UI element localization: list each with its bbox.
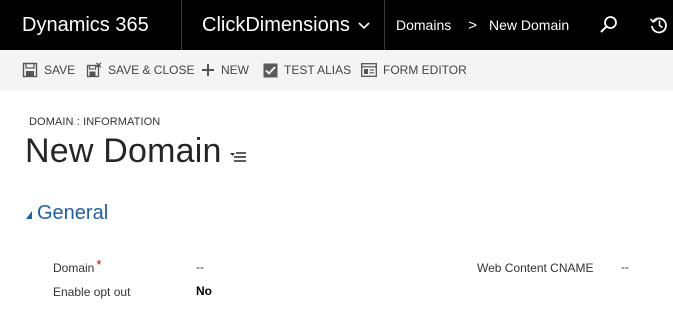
web-content-cname-label: Web Content CNAME bbox=[477, 261, 594, 275]
domain-label-text: Domain bbox=[53, 261, 95, 275]
enable-opt-out-value[interactable]: No bbox=[196, 284, 212, 298]
test-alias-button[interactable]: TEST ALIAS bbox=[263, 50, 351, 90]
form-editor-label: FORM EDITOR bbox=[383, 63, 467, 77]
new-label: NEW bbox=[221, 63, 249, 77]
breadcrumb: Domains > New Domain bbox=[386, 0, 569, 50]
top-nav-bar: Dynamics 365 ClickDimensions Domains > N… bbox=[0, 0, 673, 50]
save-close-label: SAVE & CLOSE bbox=[108, 63, 195, 77]
required-marker: * bbox=[96, 257, 102, 272]
domain-field-label: Domain * bbox=[53, 257, 102, 275]
form-selector-label[interactable]: DOMAIN : INFORMATION bbox=[29, 116, 160, 128]
save-and-close-button[interactable]: SAVE & CLOSE bbox=[86, 50, 194, 90]
enable-opt-out-label: Enable opt out bbox=[53, 285, 131, 299]
save-close-icon bbox=[86, 62, 102, 78]
new-button[interactable]: NEW bbox=[201, 50, 249, 90]
app-name: ClickDimensions bbox=[202, 13, 350, 36]
save-label: SAVE bbox=[44, 63, 76, 77]
plus-icon bbox=[202, 64, 214, 76]
title-menu-icon[interactable] bbox=[229, 150, 247, 164]
search-icon[interactable] bbox=[599, 15, 619, 35]
command-bar: SAVE SAVE & CLOSE NEW TEST ALIAS FORM ED… bbox=[0, 50, 673, 90]
form-editor-button[interactable]: FORM EDITOR bbox=[361, 50, 467, 90]
save-icon bbox=[22, 62, 38, 78]
brand-title[interactable]: Dynamics 365 bbox=[0, 0, 181, 50]
checkbox-checked-icon bbox=[263, 63, 278, 77]
app-switcher[interactable]: ClickDimensions bbox=[182, 0, 384, 50]
collapse-caret-icon[interactable] bbox=[25, 210, 33, 220]
web-content-cname-value[interactable]: -- bbox=[621, 260, 629, 274]
breadcrumb-separator: > bbox=[468, 16, 478, 34]
domain-field-value[interactable]: -- bbox=[196, 260, 204, 274]
breadcrumb-domains[interactable]: Domains bbox=[396, 17, 451, 33]
breadcrumb-new-domain[interactable]: New Domain bbox=[489, 17, 569, 33]
form-editor-icon bbox=[361, 63, 377, 77]
chevron-down-icon bbox=[358, 22, 370, 30]
section-title-general[interactable]: General bbox=[37, 202, 108, 225]
save-button[interactable]: SAVE bbox=[22, 50, 75, 90]
test-alias-label: TEST ALIAS bbox=[284, 63, 352, 77]
page-title: New Domain bbox=[25, 132, 222, 170]
recent-history-icon[interactable] bbox=[649, 15, 669, 35]
nav-divider bbox=[384, 0, 385, 50]
